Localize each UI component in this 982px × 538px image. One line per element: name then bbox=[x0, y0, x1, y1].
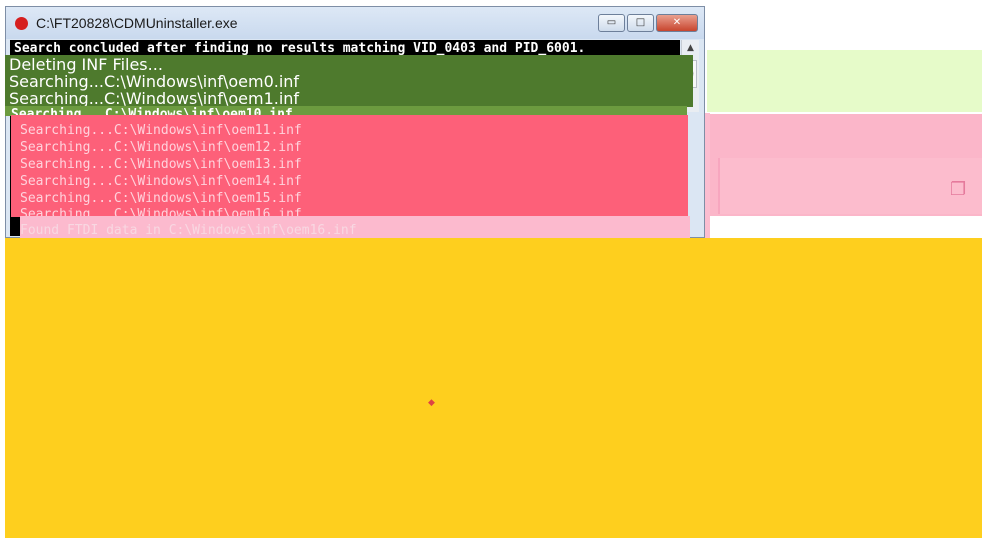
console-line: Searching...C:\Windows\inf\oem13.inf bbox=[20, 157, 302, 172]
console-line: Searching...C:\Windows\inf\oem12.inf bbox=[20, 140, 302, 155]
console-line: Searching...C:\Windows\inf\oem0.inf bbox=[9, 72, 300, 91]
title-bar[interactable]: C:\FT20828\CDMUninstaller.exe ▭ □ ✕ bbox=[6, 7, 704, 39]
red-circle-icon bbox=[15, 17, 28, 30]
console-line: Deleting INF Files... bbox=[9, 55, 163, 74]
red-highlight-band: Searching...C:\Windows\inf\oem11.inf Sea… bbox=[11, 115, 688, 222]
close-button[interactable]: ✕ bbox=[656, 14, 698, 32]
maximize-button[interactable]: □ bbox=[627, 14, 654, 32]
console-line: Searching...C:\Windows\inf\oem15.inf bbox=[20, 191, 302, 206]
marker-icon: ◆ bbox=[428, 398, 435, 408]
green-highlight-band: Deleting INF Files... Searching...C:\Win… bbox=[5, 55, 693, 107]
minimize-button[interactable]: ▭ bbox=[598, 14, 625, 32]
console-line: Searching...C:\Windows\inf\oem11.inf bbox=[20, 123, 302, 138]
folder-icon: ❐ bbox=[950, 179, 967, 200]
console-line: Searching...C:\Windows\inf\oem1.inf bbox=[9, 89, 300, 108]
scroll-up-arrow-icon[interactable]: ▲ bbox=[682, 40, 699, 56]
pink-overlay-right-inner bbox=[718, 158, 982, 214]
window-title: C:\FT20828\CDMUninstaller.exe bbox=[36, 15, 238, 31]
lime-overlay bbox=[707, 50, 982, 112]
gold-overlay bbox=[5, 238, 982, 538]
found-data-line: Found FTDI data in C:\Windows\inf\oem16.… bbox=[20, 216, 690, 238]
console-line: Searching...C:\Windows\inf\oem14.inf bbox=[20, 174, 302, 189]
